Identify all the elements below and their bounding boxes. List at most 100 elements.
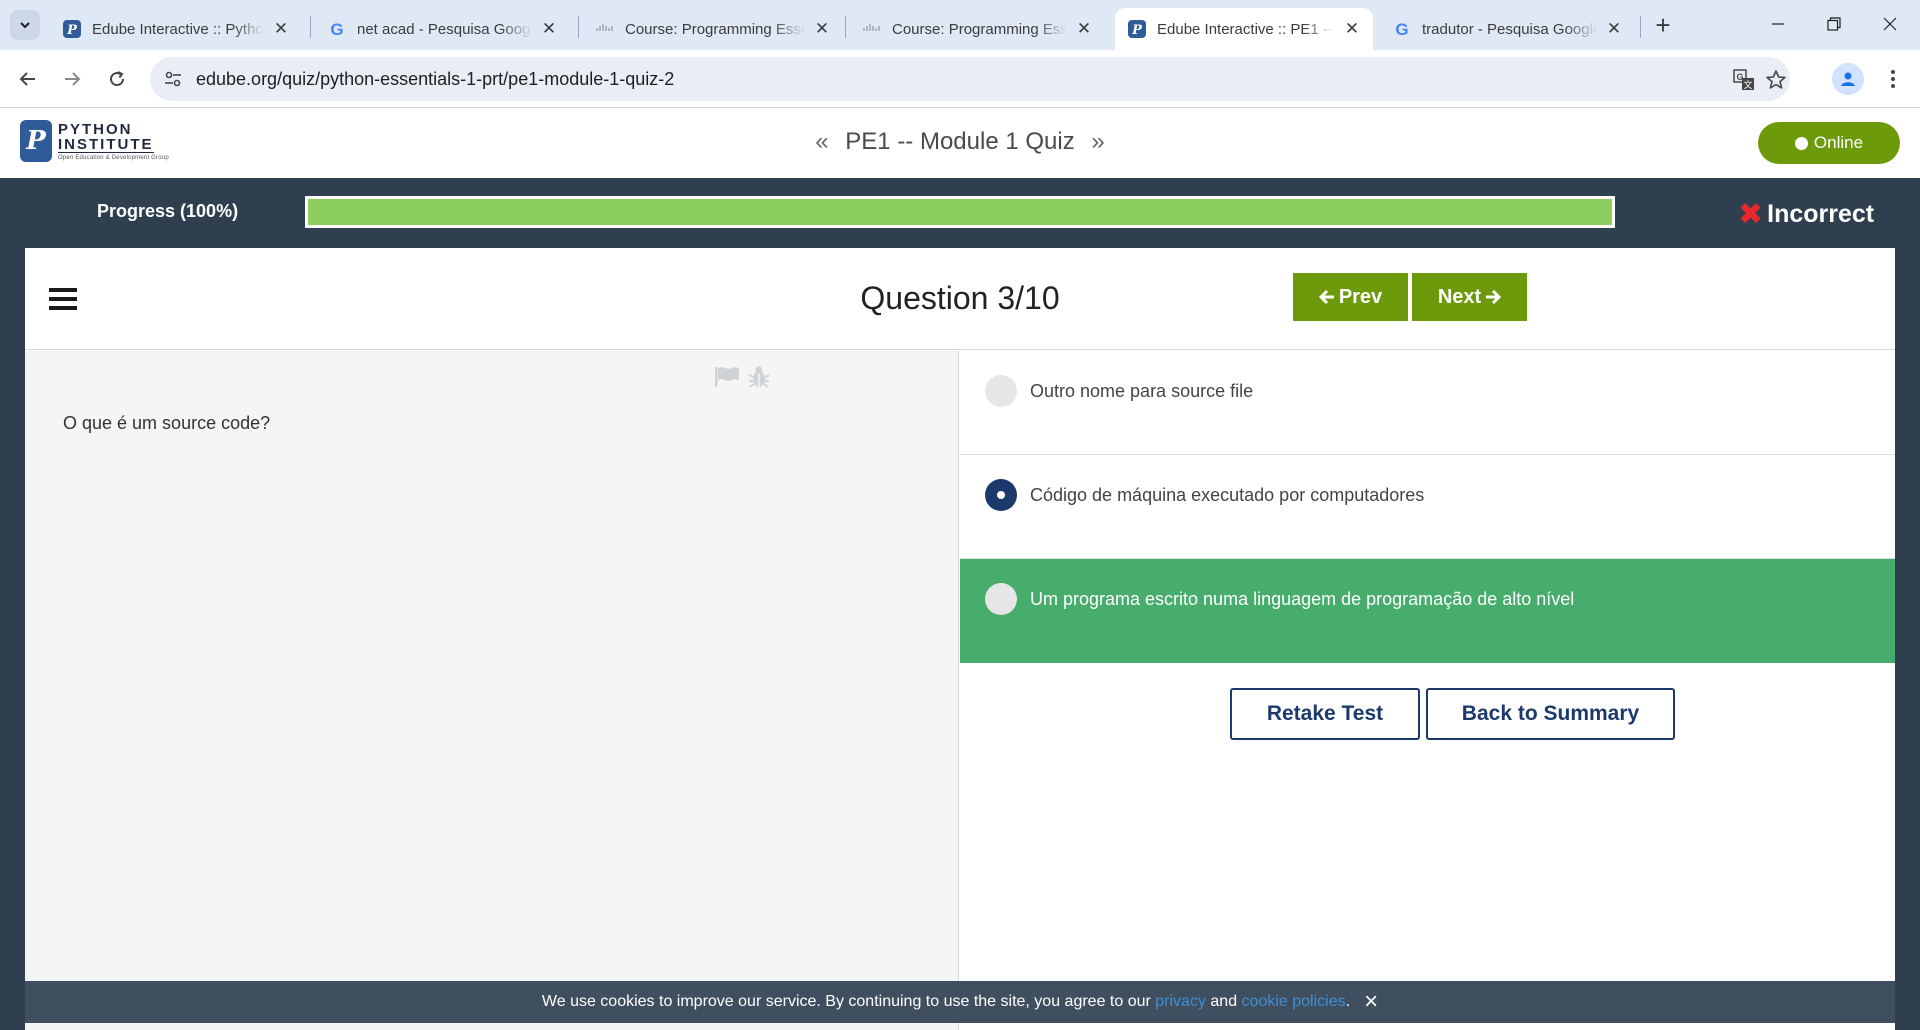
progress-bar-fill [308, 199, 1612, 225]
back-button[interactable] [11, 62, 45, 96]
svg-text:文: 文 [1743, 79, 1752, 91]
answer-option-correct[interactable]: Um programa escrito numa linguagem de pr… [960, 559, 1895, 663]
minimize-icon [1772, 23, 1784, 25]
result-indicator: ✖ Incorrect [1738, 197, 1874, 232]
profile-avatar-icon[interactable] [1832, 63, 1864, 95]
cookie-text-end: . [1345, 993, 1351, 1010]
prev-label: Prev [1338, 285, 1383, 308]
retake-test-button[interactable]: Retake Test [1230, 688, 1420, 740]
answer-option[interactable]: Outro nome para source file [960, 351, 1895, 455]
forward-button[interactable] [55, 62, 89, 96]
result-label: Incorrect [1767, 200, 1875, 228]
close-tab-icon[interactable]: ✕ [813, 19, 831, 38]
tab-title: Edube Interactive :: PE1 -- M [1157, 20, 1335, 38]
browser-tab[interactable]: G net acad - Pesquisa Google ✕ [315, 8, 570, 50]
svg-text:G: G [1395, 20, 1408, 38]
cisco-icon [862, 19, 882, 39]
reload-icon [110, 71, 125, 87]
quiz-area: Progress (100%) ✖ Incorrect Question 3/1… [0, 178, 1920, 1030]
incorrect-x-icon: ✖ [1738, 198, 1764, 231]
arrow-left-icon [19, 72, 35, 86]
cookie-text-middle: and [1205, 993, 1242, 1010]
browser-tab-active[interactable]: P Edube Interactive :: PE1 -- M ✕ [1115, 8, 1373, 50]
arrow-right-icon [65, 72, 81, 86]
quiz-title: PE1 -- Module 1 Quiz [845, 128, 1075, 155]
new-tab-button[interactable]: + [1648, 10, 1678, 40]
restore-icon [1827, 17, 1841, 31]
next-question-button[interactable]: Next [1412, 273, 1527, 321]
bookmark-star-icon[interactable] [1762, 66, 1790, 94]
svg-text:G: G [330, 20, 343, 38]
arrow-right-icon [1486, 289, 1502, 305]
privacy-link[interactable]: privacy [1155, 993, 1206, 1011]
google-icon: G [327, 19, 347, 39]
chevron-down-icon [20, 22, 30, 29]
minimize-button[interactable] [1750, 0, 1806, 48]
tab-separator [845, 16, 846, 38]
radio-button[interactable] [985, 583, 1017, 615]
status-dot-icon [1794, 136, 1808, 150]
online-status-label: Online [1813, 133, 1864, 152]
python-institute-icon: P [1127, 19, 1147, 39]
close-tab-icon[interactable]: ✕ [1343, 19, 1361, 38]
tab-title: tradutor - Pesquisa Google [1422, 20, 1597, 38]
arrow-left-icon [1318, 289, 1334, 305]
close-icon [1883, 17, 1897, 31]
previous-quiz-arrow[interactable]: « [815, 128, 828, 155]
site-settings-icon[interactable] [162, 68, 184, 90]
browser-menu-icon[interactable] [1878, 63, 1908, 95]
answer-text: Um programa escrito numa linguagem de pr… [1030, 589, 1575, 609]
back-to-summary-button[interactable]: Back to Summary [1426, 688, 1675, 740]
answer-text: Outro nome para source file [1030, 381, 1254, 401]
answer-text: Código de máquina executado por computad… [1030, 485, 1425, 505]
tab-title: Edube Interactive :: Python [92, 20, 264, 38]
radio-button[interactable] [985, 375, 1017, 407]
question-pane: O que é um source code? [25, 351, 959, 1030]
browser-tab[interactable]: Course: Programming Esse ✕ [850, 8, 1105, 50]
browser-toolbar: edube.org/quiz/python-essentials-1-prt/p… [0, 50, 1920, 108]
question-counter: Question 3/10 [860, 280, 1060, 316]
tab-separator [578, 16, 579, 38]
bug-report-icon[interactable] [745, 363, 773, 391]
close-window-button[interactable] [1862, 0, 1918, 48]
next-quiz-arrow[interactable]: » [1091, 128, 1104, 155]
prev-question-button[interactable]: Prev [1293, 273, 1408, 321]
reload-button[interactable] [100, 62, 134, 96]
radio-button-selected[interactable] [985, 479, 1017, 511]
progress-label: Progress (100%) [97, 201, 239, 221]
flag-icon[interactable] [713, 363, 741, 391]
answer-option-selected[interactable]: Código de máquina executado por computad… [960, 455, 1895, 559]
svg-text:P: P [1131, 23, 1143, 38]
browser-tab[interactable]: G tradutor - Pesquisa Google ✕ [1380, 8, 1635, 50]
python-institute-icon: P [62, 19, 82, 39]
close-tab-icon[interactable]: ✕ [1605, 19, 1623, 38]
question-card: Question 3/10 Prev Next O que é um sourc… [25, 248, 1895, 1030]
question-text: O que é um source code? [63, 413, 271, 433]
cisco-icon [595, 19, 615, 39]
tab-search-button[interactable] [10, 10, 40, 40]
close-tab-icon[interactable]: ✕ [272, 19, 290, 38]
browser-tab[interactable]: Course: Programming Esse ✕ [583, 8, 843, 50]
cookie-banner: We use cookies to improve our service. B… [25, 981, 1895, 1023]
answers-pane: Outro nome para source file Código de má… [960, 351, 1895, 1030]
tab-separator [1640, 16, 1641, 38]
svg-text:P: P [66, 23, 78, 38]
tab-title: Course: Programming Esse [625, 20, 805, 38]
site-header: P PYTHON INSTITUTE Open Education & Deve… [0, 108, 1920, 178]
close-tab-icon[interactable]: ✕ [540, 19, 558, 38]
address-bar[interactable]: edube.org/quiz/python-essentials-1-prt/p… [150, 57, 1790, 101]
translate-icon[interactable]: G文 [1730, 66, 1758, 94]
cookie-text: We use cookies to improve our service. B… [541, 993, 1156, 1010]
tab-separator [310, 16, 311, 38]
next-label: Next [1437, 285, 1482, 308]
close-tab-icon[interactable]: ✕ [1075, 19, 1093, 38]
progress-bar [305, 196, 1615, 228]
browser-tab-strip: P Edube Interactive :: Python ✕ G net ac… [0, 0, 1920, 50]
google-icon: G [1392, 19, 1412, 39]
online-status-button[interactable]: Online [1758, 122, 1900, 164]
close-icon[interactable]: × [1364, 988, 1378, 1016]
browser-tab[interactable]: P Edube Interactive :: Python ✕ [50, 8, 302, 50]
cookie-policies-link[interactable]: cookie policies [1242, 993, 1346, 1011]
url-text[interactable]: edube.org/quiz/python-essentials-1-prt/p… [196, 69, 674, 90]
restore-button[interactable] [1806, 0, 1862, 48]
